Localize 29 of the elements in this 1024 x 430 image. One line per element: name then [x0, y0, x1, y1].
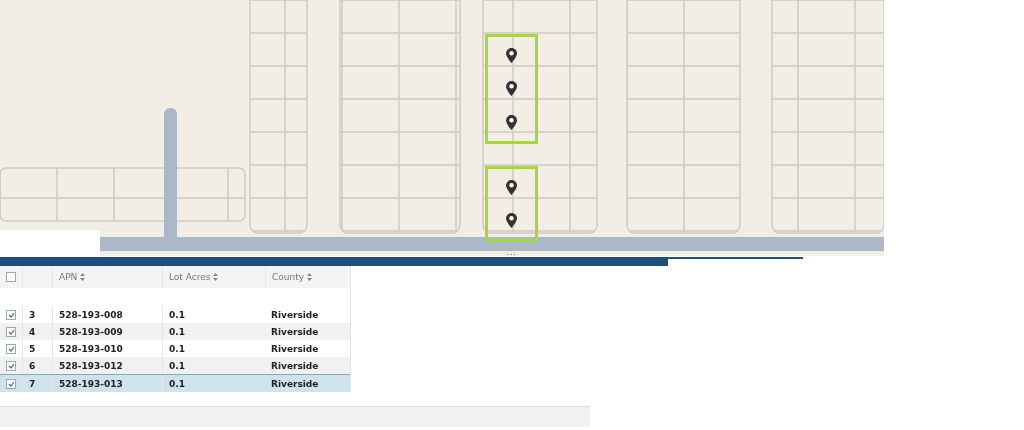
sort-icon[interactable] [307, 273, 313, 281]
table-cell-text: Riverside [270, 377, 320, 391]
checkbox[interactable] [6, 343, 16, 354]
column-header[interactable]: Lot Acres [169, 272, 211, 282]
table-cell-text: Riverside [270, 308, 320, 322]
sort-icon[interactable] [213, 273, 219, 281]
table-cell: 0.1 [162, 375, 265, 392]
table-row[interactable]: 7 528-193-013 0.1 Riverside [0, 374, 350, 392]
table-cell: 528-193-013 [52, 375, 162, 392]
column-header[interactable]: County [272, 272, 305, 282]
checkbox[interactable] [6, 360, 16, 371]
map-pin-icon[interactable] [506, 114, 517, 130]
map-pin-icon[interactable] [506, 180, 517, 195]
checkbox[interactable] [6, 378, 16, 389]
grip-icon[interactable] [506, 253, 516, 256]
row-number: 7 [22, 375, 52, 392]
map-pin-icon[interactable] [506, 213, 517, 228]
table-cell-text: Riverside [270, 342, 320, 356]
checkbox[interactable] [6, 309, 16, 320]
checkbox[interactable] [6, 326, 16, 337]
table-cell-text: Riverside [270, 359, 320, 373]
checkbox[interactable] [6, 272, 16, 282]
table-row[interactable]: 6 528-193-012 0.1 Riverside [0, 357, 350, 374]
map-pin-icon[interactable] [506, 48, 517, 64]
table-row[interactable]: 4 528-193-009 0.1 Riverside [0, 323, 350, 340]
column-header[interactable]: APN [59, 272, 78, 282]
map-pin-icon[interactable] [506, 81, 517, 97]
table-cell-text: Riverside [270, 325, 320, 339]
sort-icon[interactable] [80, 273, 86, 281]
